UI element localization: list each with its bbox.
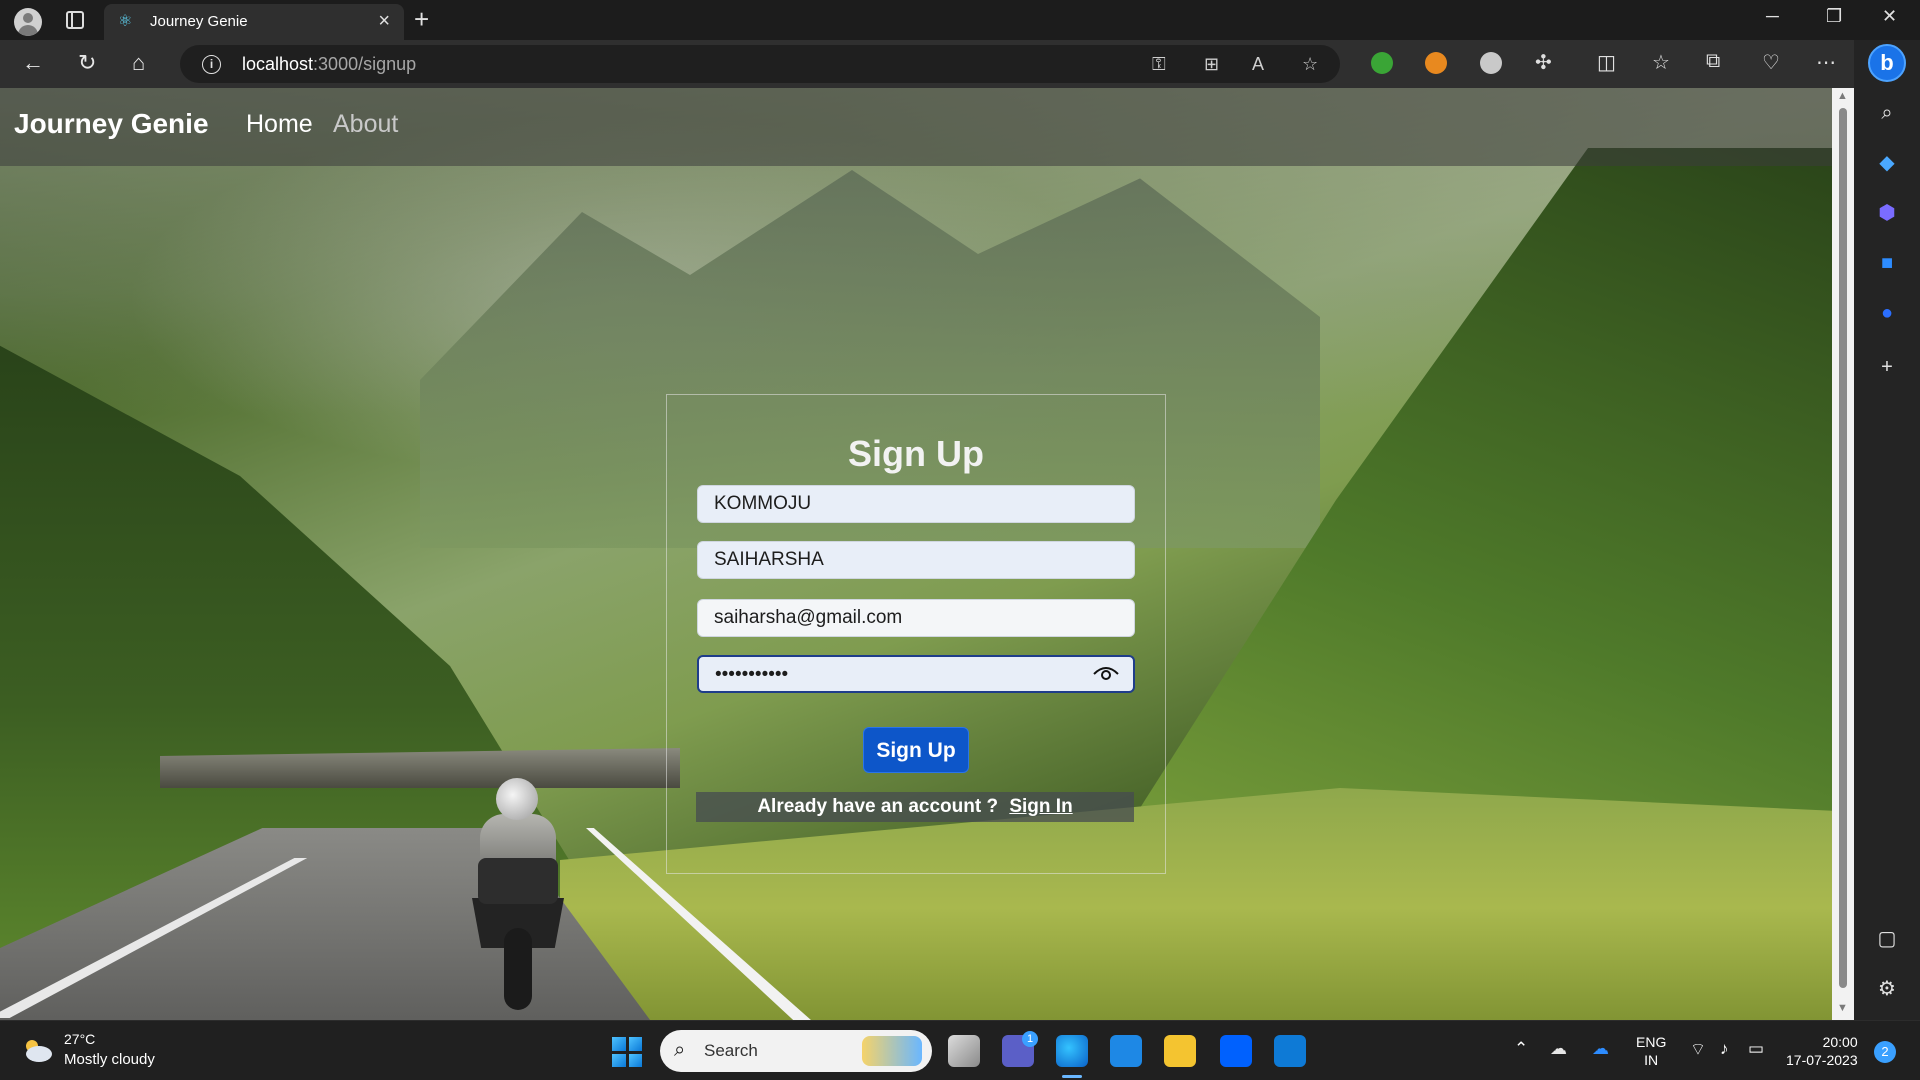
cloudy-weather-icon[interactable] <box>20 1037 54 1063</box>
nav-link-home[interactable]: Home <box>246 110 313 139</box>
signin-prompt-bar: Already have an account ? Sign In <box>696 792 1134 822</box>
notification-badge[interactable]: 2 <box>1874 1041 1896 1063</box>
brand-logo-text[interactable]: Journey Genie <box>14 108 209 140</box>
restore-icon[interactable]: ❐ <box>1826 6 1842 27</box>
close-window-icon[interactable]: ✕ <box>1882 6 1897 27</box>
system-clock[interactable]: 20:00 17-07-2023 <box>1786 1033 1858 1069</box>
split-screen-icon[interactable]: ◫ <box>1597 50 1616 75</box>
extension-grey-icon[interactable] <box>1480 52 1502 74</box>
show-hidden-icons-chevron-icon[interactable]: ⌃ <box>1514 1039 1528 1059</box>
address-bar[interactable]: i localhost:3000/signup ⚿ ⊞ A ☆ <box>180 45 1340 83</box>
search-highlight-image <box>862 1036 922 1066</box>
onedrive-cloud-icon[interactable]: ☁ <box>1550 1039 1567 1059</box>
react-favicon-icon: ⚛ <box>118 13 133 30</box>
favorites-icon[interactable]: ☆ <box>1652 50 1670 75</box>
url-text[interactable]: localhost:3000/signup <box>242 54 416 75</box>
extension-orange-icon[interactable] <box>1425 52 1447 74</box>
sidebar-hide-icon[interactable]: ▢ <box>1876 928 1898 950</box>
mail-icon[interactable] <box>1110 1035 1142 1067</box>
password-key-icon[interactable]: ⚿ <box>1152 54 1166 75</box>
profile-avatar-icon[interactable] <box>14 8 42 36</box>
collections-icon[interactable]: ⧉ <box>1706 50 1720 73</box>
battery-icon[interactable]: ▭ <box>1748 1039 1764 1059</box>
site-info-icon[interactable]: i <box>202 55 221 74</box>
browser-tab-bar: ⚛ Journey Genie × + ─ ❐ ✕ <box>0 0 1920 40</box>
onedrive-business-cloud-icon[interactable]: ☁ <box>1592 1039 1609 1059</box>
signup-button[interactable]: Sign Up <box>863 727 969 773</box>
app-navbar: Journey Genie Home About <box>0 88 1832 166</box>
wifi-icon[interactable]: ⌔ <box>1690 1039 1706 1060</box>
more-menu-icon[interactable]: ⋯ <box>1816 50 1836 75</box>
minimize-icon[interactable]: ─ <box>1766 6 1779 27</box>
scroll-down-arrow-icon[interactable]: ▼ <box>1837 1002 1848 1014</box>
tab-title: Journey Genie <box>150 13 248 30</box>
input-language-indicator[interactable]: ENG IN <box>1636 1033 1666 1069</box>
weather-description[interactable]: Mostly cloudy <box>64 1051 155 1068</box>
dropbox-icon[interactable] <box>1220 1035 1252 1067</box>
new-tab-icon[interactable]: + <box>414 4 429 35</box>
password-masked-value: ••••••••••• <box>715 664 789 685</box>
page-viewport: Journey Genie Home About Sign Up KOMMOJU… <box>0 88 1832 1020</box>
signin-prompt-text: Already have an account ? <box>757 796 999 817</box>
volume-icon[interactable]: ♪ <box>1720 1039 1729 1059</box>
taskbar-search-box[interactable]: ⌕ Search <box>660 1030 932 1072</box>
scroll-up-arrow-icon[interactable]: ▲ <box>1837 90 1848 102</box>
search-icon: ⌕ <box>674 1039 686 1061</box>
back-icon[interactable]: ← <box>22 50 44 76</box>
vscode-icon[interactable] <box>1274 1035 1306 1067</box>
sidebar-add-icon[interactable]: + <box>1876 356 1898 378</box>
browser-toolbar: ← ↻ ⌂ i localhost:3000/signup ⚿ ⊞ A ☆ ✣ … <box>0 40 1920 88</box>
signup-title: Sign Up <box>848 433 984 474</box>
browser-sidebar: b ⌕ ◆ ⬢ ■ ● + ▢ ⚙ <box>1854 40 1920 1020</box>
close-tab-icon[interactable]: × <box>378 10 390 33</box>
sidebar-outlook-icon[interactable]: ■ <box>1876 252 1898 274</box>
nav-link-about[interactable]: About <box>333 110 398 139</box>
extensions-puzzle-icon[interactable]: ✣ <box>1535 50 1552 75</box>
sidebar-settings-icon[interactable]: ⚙ <box>1876 978 1898 1000</box>
browser-essentials-icon[interactable]: ♡ <box>1762 50 1780 75</box>
favorite-star-icon[interactable]: ☆ <box>1302 54 1318 75</box>
email-input[interactable]: saiharsha@gmail.com <box>697 599 1135 637</box>
show-password-eye-icon[interactable] <box>1093 665 1119 683</box>
tab-actions-icon[interactable] <box>66 11 84 29</box>
motorcycle-rider-image <box>466 778 572 1010</box>
page-scrollbar[interactable]: ▲ ▼ <box>1832 88 1854 1020</box>
edge-browser-icon[interactable] <box>1056 1035 1088 1067</box>
first-name-input[interactable]: KOMMOJU <box>697 485 1135 523</box>
home-icon[interactable]: ⌂ <box>132 50 145 76</box>
task-view-icon[interactable] <box>948 1035 980 1067</box>
sidebar-tools-icon[interactable]: ⬢ <box>1876 202 1898 224</box>
teams-badge: 1 <box>1022 1031 1038 1047</box>
sidebar-games-icon[interactable]: ● <box>1876 302 1898 324</box>
active-app-indicator <box>1062 1075 1082 1078</box>
file-explorer-icon[interactable] <box>1164 1035 1196 1067</box>
refresh-icon[interactable]: ↻ <box>78 50 96 76</box>
password-input[interactable]: ••••••••••• <box>697 655 1135 693</box>
read-aloud-icon[interactable]: A <box>1252 54 1264 75</box>
scrollbar-thumb[interactable] <box>1839 108 1847 988</box>
windows-start-icon[interactable] <box>612 1037 642 1067</box>
weather-temperature[interactable]: 27°C <box>64 1031 95 1047</box>
signin-link[interactable]: Sign In <box>1009 796 1072 817</box>
extension-green-icon[interactable] <box>1371 52 1393 74</box>
browser-tab-journey-genie[interactable]: ⚛ Journey Genie × <box>104 4 404 40</box>
app-available-icon[interactable]: ⊞ <box>1204 54 1219 75</box>
windows-taskbar: 27°C Mostly cloudy ⌕ Search 1 ⌃ ☁ ☁ ENG … <box>0 1020 1920 1080</box>
search-label: Search <box>704 1041 758 1060</box>
last-name-input[interactable]: SAIHARSHA <box>697 541 1135 579</box>
sidebar-search-icon[interactable]: ⌕ <box>1876 102 1898 124</box>
bing-chat-icon[interactable]: b <box>1868 44 1906 82</box>
sidebar-shopping-icon[interactable]: ◆ <box>1876 152 1898 174</box>
